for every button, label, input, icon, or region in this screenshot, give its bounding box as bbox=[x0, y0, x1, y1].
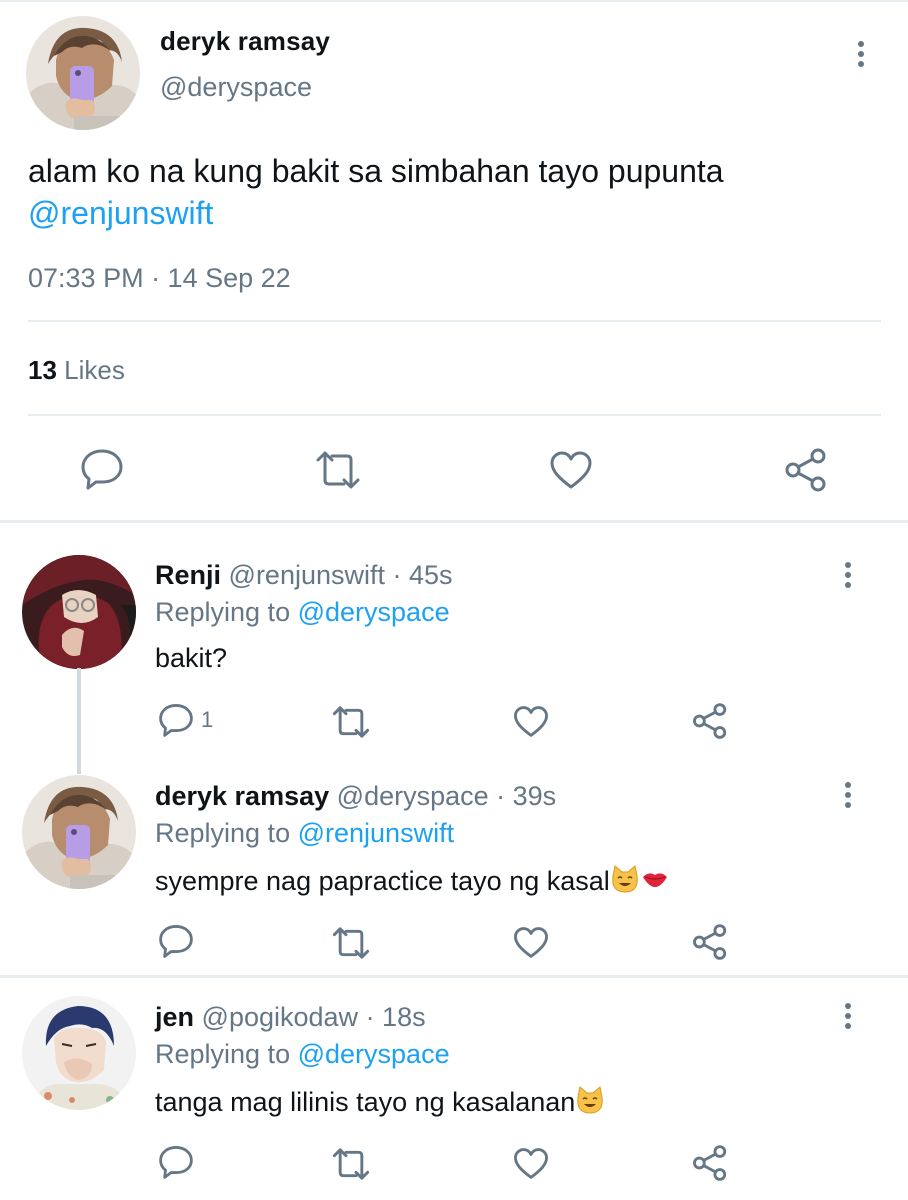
tweet-body: alam ko na kung bakit sa simbahan tayo p… bbox=[28, 153, 724, 189]
reply-header: Renji @renjunswift · 45s bbox=[155, 560, 453, 591]
thread-line bbox=[77, 668, 81, 774]
reply-icon[interactable] bbox=[80, 448, 124, 490]
more-icon[interactable] bbox=[843, 1003, 853, 1029]
reply-icon[interactable] bbox=[158, 703, 194, 737]
author-handle[interactable]: @deryspace bbox=[337, 781, 489, 811]
reply-time: · 45s bbox=[392, 560, 453, 590]
author-name[interactable]: deryk ramsay bbox=[155, 781, 329, 811]
avatar[interactable] bbox=[22, 996, 136, 1110]
lips-kiss-emoji-icon bbox=[640, 864, 670, 894]
likes-count: 13 bbox=[28, 355, 57, 385]
top-divider bbox=[0, 0, 908, 2]
more-icon[interactable] bbox=[843, 562, 853, 588]
avatar[interactable] bbox=[26, 16, 140, 130]
avatar-deryk-image bbox=[22, 775, 136, 889]
cat-smile-emoji-icon bbox=[575, 1085, 605, 1115]
retweet-icon[interactable] bbox=[331, 1147, 371, 1181]
divider bbox=[28, 414, 881, 416]
author-name[interactable]: deryk ramsay bbox=[160, 26, 330, 57]
replying-label: Replying to bbox=[155, 818, 291, 848]
author-handle[interactable]: @pogikodaw bbox=[202, 1002, 359, 1032]
author-handle[interactable]: @deryspace bbox=[160, 72, 312, 103]
replying-to: Replying to @renjunswift bbox=[155, 818, 454, 849]
divider bbox=[28, 320, 881, 322]
like-icon[interactable] bbox=[513, 705, 549, 738]
reply-time: · 39s bbox=[496, 781, 557, 811]
share-icon[interactable] bbox=[784, 448, 828, 492]
share-icon[interactable] bbox=[692, 924, 728, 960]
author-name[interactable]: jen bbox=[155, 1002, 194, 1032]
avatar-jen-image bbox=[22, 996, 136, 1110]
mention-link[interactable]: @renjunswift bbox=[28, 195, 213, 231]
retweet-icon[interactable] bbox=[331, 705, 371, 739]
retweet-icon[interactable] bbox=[331, 926, 371, 960]
mention-link[interactable]: @renjunswift bbox=[298, 818, 454, 848]
tweet-text: alam ko na kung bakit sa simbahan tayo p… bbox=[28, 150, 868, 234]
reply-icon[interactable] bbox=[158, 924, 194, 958]
like-icon[interactable] bbox=[513, 1147, 549, 1180]
reply-body: syempre nag papractice tayo ng kasal bbox=[155, 866, 610, 896]
reply-count: 1 bbox=[201, 707, 214, 732]
retweet-icon[interactable] bbox=[314, 450, 362, 490]
avatar[interactable] bbox=[22, 555, 136, 669]
author-name[interactable]: Renji bbox=[155, 560, 221, 590]
reply-text: syempre nag papractice tayo ng kasal bbox=[155, 864, 670, 897]
more-icon[interactable] bbox=[856, 41, 866, 67]
avatar-deryk-image bbox=[26, 16, 140, 130]
mention-link[interactable]: @deryspace bbox=[298, 1039, 450, 1069]
cat-smile-emoji-icon bbox=[610, 864, 640, 894]
likes-stat[interactable]: 13 Likes bbox=[28, 355, 125, 386]
replying-to: Replying to @deryspace bbox=[155, 597, 450, 628]
reply-body: tanga mag lilinis tayo ng kasalanan bbox=[155, 1087, 576, 1117]
reply-time: · 18s bbox=[365, 1002, 426, 1032]
reply-header: jen @pogikodaw · 18s bbox=[155, 1002, 426, 1033]
replying-to: Replying to @deryspace bbox=[155, 1039, 450, 1070]
reply-text: bakit? bbox=[155, 643, 228, 673]
likes-label: Likes bbox=[64, 355, 125, 385]
section-divider bbox=[0, 975, 908, 978]
like-icon[interactable] bbox=[513, 926, 549, 959]
reply-text: tanga mag lilinis tayo ng kasalanan bbox=[155, 1085, 605, 1118]
like-icon[interactable] bbox=[549, 450, 593, 490]
mention-link[interactable]: @deryspace bbox=[298, 597, 450, 627]
more-icon[interactable] bbox=[843, 782, 853, 808]
section-divider bbox=[0, 520, 908, 523]
avatar-renji-image bbox=[22, 555, 136, 669]
replying-label: Replying to bbox=[155, 597, 291, 627]
share-icon[interactable] bbox=[692, 1145, 728, 1181]
share-icon[interactable] bbox=[692, 703, 728, 739]
author-handle[interactable]: @renjunswift bbox=[229, 560, 385, 590]
reply-icon[interactable] bbox=[158, 1145, 194, 1179]
replying-label: Replying to bbox=[155, 1039, 291, 1069]
tweet-timestamp[interactable]: 07:33 PM · 14 Sep 22 bbox=[28, 263, 291, 294]
reply-header: deryk ramsay @deryspace · 39s bbox=[155, 781, 556, 812]
avatar[interactable] bbox=[22, 775, 136, 889]
